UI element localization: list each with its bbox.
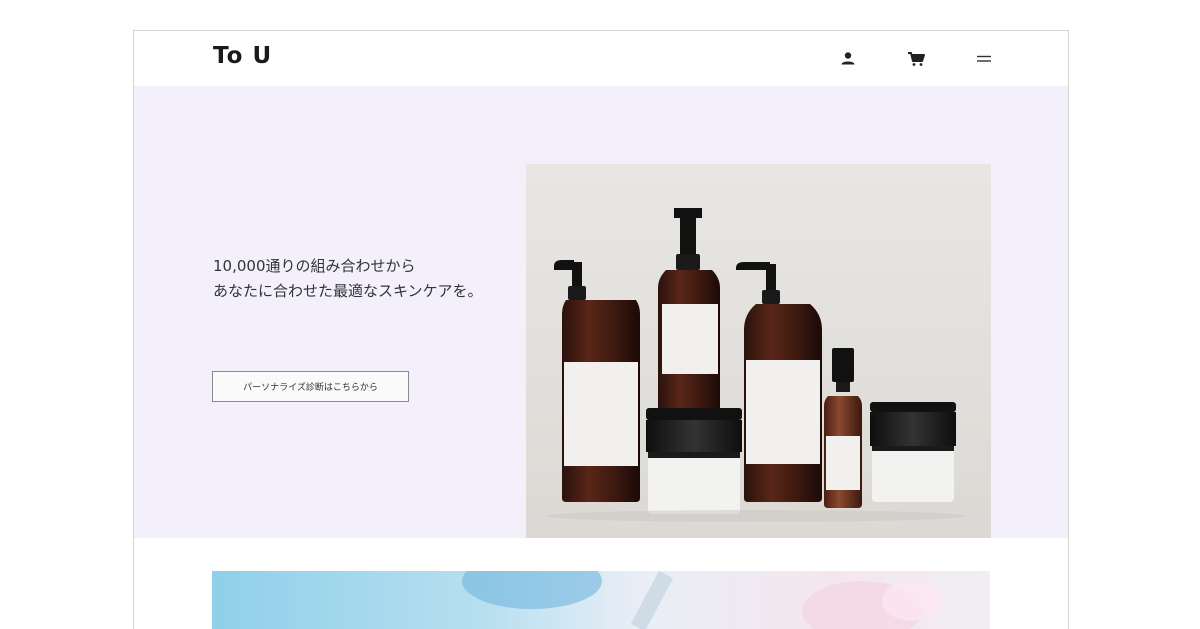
hero-section: 10,000通りの組み合わせから あなたに合わせた最適なスキンケアを。 パーソナ… — [134, 86, 1068, 538]
tagline-line-2: あなたに合わせた最適なスキンケアを。 — [213, 282, 483, 300]
menu-icon[interactable] — [972, 47, 996, 71]
skincare-bottles-image — [526, 164, 991, 538]
cart-icon[interactable] — [905, 47, 929, 71]
page-frame: To U 10,000通りの組み合わせから あなたに合わせた最適なスキンケアを。… — [133, 30, 1069, 629]
diagnosis-button[interactable]: パーソナライズ診断はこちらから — [212, 371, 409, 402]
hero-tagline: 10,000通りの組み合わせから あなたに合わせた最適なスキンケアを。 — [213, 254, 483, 304]
user-icon[interactable] — [836, 47, 860, 71]
site-header: To U — [134, 31, 1068, 86]
site-logo[interactable]: To U — [213, 43, 272, 69]
tagline-line-1: 10,000通りの組み合わせから — [213, 257, 416, 275]
lab-banner-image — [212, 571, 990, 629]
